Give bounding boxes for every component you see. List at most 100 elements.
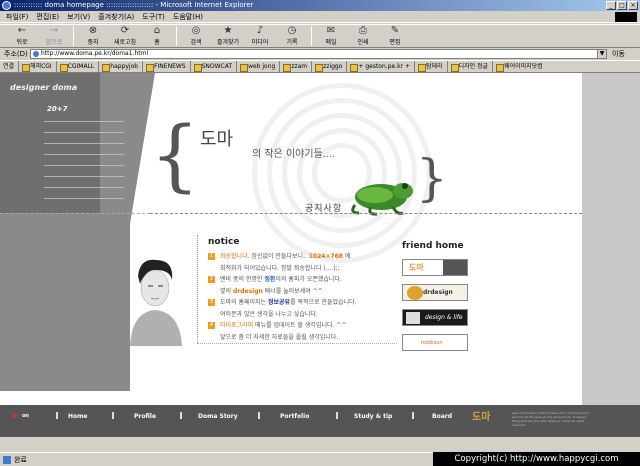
nav-profile[interactable]: Profile: [134, 413, 156, 420]
friend-banner-design-life[interactable]: design & life: [402, 309, 468, 326]
hero-subtitle: 의 작은 이야기들....: [252, 149, 336, 160]
menu-view[interactable]: 보기(V): [67, 11, 90, 22]
menu-bar: 파일(F) 편집(E) 보기(V) 즐겨찾기(A) 도구(T) 도움말(H): [0, 11, 640, 23]
page-icon: [33, 51, 39, 57]
notice-row: 옆의 drdesign 배너를 눌러보세여 ^^: [208, 286, 398, 298]
links-item[interactable]: web jong: [236, 61, 279, 72]
notice-text[interactable]: 타이포그라피: [220, 322, 253, 329]
back-button[interactable]: ← 뒤로: [6, 25, 38, 47]
stop-button[interactable]: ⊗ 중지: [77, 25, 109, 47]
links-item[interactable]: FINENEWS: [142, 61, 190, 72]
nav-separator: [412, 412, 414, 419]
notice-text[interactable]: 1024×768: [309, 253, 343, 260]
links-item[interactable]: SNOWCAT: [189, 61, 236, 72]
friend-banner-doma[interactable]: 도마: [402, 259, 468, 276]
minimize-button[interactable]: _: [606, 1, 616, 10]
go-button[interactable]: 이동: [612, 48, 625, 60]
maximize-button[interactable]: □: [617, 1, 627, 10]
history-button[interactable]: ◷ 기록: [276, 25, 308, 47]
forward-button[interactable]: → 앞으로: [38, 25, 70, 47]
links-item[interactable]: 탐데리: [414, 61, 447, 72]
refresh-icon: ⟳: [120, 25, 130, 36]
home-icon: ⌂: [153, 25, 161, 36]
friend-banner-text: design & life: [425, 314, 463, 321]
notice-number-badge: 2: [208, 276, 215, 283]
notice-list: 1 죄송합니다. 정신없이 만들다보니.. 1024×768 에 최적화가 되어있습…: [208, 251, 398, 343]
edit-button[interactable]: ✎ 편집: [379, 25, 411, 47]
notice-text[interactable]: 정보공유: [268, 299, 290, 306]
address-url: http://www.doma.pe.kr/doma1.html: [41, 50, 149, 57]
media-button[interactable]: ♪ 미디어: [244, 25, 276, 47]
nav-portfolio[interactable]: Portfolio: [280, 413, 309, 420]
search-button[interactable]: ◎ 검색: [180, 25, 212, 47]
notice-text: 배너를 눌러보세여 ^^: [262, 287, 323, 295]
portrait-image: [130, 259, 182, 346]
page-status-icon: [3, 456, 11, 464]
print-button[interactable]: ⎙ 인쇄: [347, 25, 379, 47]
links-item[interactable]: CGIMALL: [55, 61, 99, 72]
address-dropdown-button[interactable]: ▼: [597, 49, 607, 59]
media-icon: ♪: [256, 25, 264, 36]
close-button[interactable]: ×: [628, 1, 638, 10]
notice-text[interactable]: drdesign: [233, 288, 263, 295]
notice-row: 앞으로 좀 더 자세한 자료들을 올릴 생각입니다.: [208, 332, 398, 344]
nav-separator: [336, 412, 338, 419]
links-item[interactable]: zziggo: [311, 61, 346, 72]
friend-banner-photo: [443, 260, 467, 275]
status-text: 완료: [14, 456, 27, 464]
left-text-lines: [44, 121, 124, 209]
toolbar: ← 뒤로 → 앞으로 ⊗ 중지 ⟳ 새로고침 ⌂ 홈 ◎ 검색 ★ 즐겨찾기 ♪ 미디어 ◷ 기록…: [0, 24, 640, 48]
notice-text: 메뉴를 업데이트 할 생각입니다. ^^: [253, 322, 347, 329]
toolbar-separator: [176, 26, 177, 46]
menu-help[interactable]: 도움말(H): [173, 11, 203, 22]
address-bar: 주소(D) http://www.doma.pe.kr/doma1.html ▼…: [0, 48, 640, 60]
internet-explorer-icon: [2, 1, 11, 10]
menu-favorites[interactable]: 즐겨찾기(A): [98, 11, 134, 22]
nav-doma-story[interactable]: Doma Story: [198, 413, 238, 420]
refresh-button[interactable]: ⟳ 새로고침: [109, 25, 141, 47]
links-item[interactable]: 해피CGI: [18, 61, 56, 72]
notice-row: 4 타이포그라피 메뉴를 업데이트 할 생각입니다. ^^: [208, 320, 398, 332]
bottom-spacer: [0, 391, 582, 405]
stop-icon: ⊗: [88, 25, 98, 36]
links-item[interactable]: 디자인 정글: [446, 61, 493, 72]
toolbar-separator: [311, 26, 312, 46]
friend-banner-hobbsun[interactable]: hobbsun: [402, 334, 468, 351]
menu-tools[interactable]: 도구(T): [142, 11, 165, 22]
address-label: 주소(D): [4, 50, 28, 58]
notice-text: 를 목적으로 만들었습니다.: [290, 299, 357, 306]
home-button[interactable]: ⌂ 홈: [141, 25, 173, 47]
notice-bottom-divider: [197, 343, 397, 344]
notice-row: 3 도마의 홈페이지는 정보공유를 목적으로 만들었습니다.: [208, 297, 398, 309]
links-item[interactable]: 웨어이미지닷컴: [492, 61, 547, 72]
menu-file[interactable]: 파일(F): [6, 11, 28, 22]
toolbar-label: 미디어: [251, 39, 269, 46]
page-viewport: designer doma 20+7 { 도마 의 작은 이야기들.... 공지…: [0, 72, 640, 437]
site-brand: designer doma: [10, 83, 78, 92]
notice-row: 최적화가 되어있습니다. 정말 죄송합니다 (....);;: [208, 263, 398, 275]
toolbar-separator: [73, 26, 74, 46]
nav-separator: [258, 412, 260, 419]
notice-text[interactable]: 죄송합니다: [220, 253, 248, 260]
notice-text[interactable]: 정환: [264, 276, 275, 283]
left-dashed-divider: [0, 213, 150, 214]
notice-text: 옆의: [220, 287, 233, 295]
links-item[interactable]: zzam: [279, 61, 311, 72]
mail-icon: ✉: [326, 25, 336, 36]
notice-dotted-divider: [197, 235, 198, 343]
nav-home[interactable]: Home: [68, 413, 87, 420]
nav-board[interactable]: Board: [432, 413, 452, 420]
address-input[interactable]: http://www.doma.pe.kr/doma1.html: [30, 49, 607, 59]
notice-text: 최적화가 되어있습니다. 정말 죄송합니다 (....);;: [220, 264, 340, 272]
friend-banner-drdesign[interactable]: drdesign: [402, 284, 468, 301]
links-item[interactable]: happyjob: [98, 61, 142, 72]
links-item[interactable]: + geston.pe.kr +: [346, 61, 414, 72]
mail-button[interactable]: ✉ 메일: [315, 25, 347, 47]
nav-study-tip[interactable]: Study & tip: [354, 413, 392, 420]
favorites-button[interactable]: ★ 즐겨찾기: [212, 25, 244, 47]
menu-edit[interactable]: 편집(E): [36, 11, 59, 22]
friend-banner-text: 도마: [409, 263, 424, 272]
notice-row: 1 죄송합니다. 정신없이 만들다보니.. 1024×768 에: [208, 251, 398, 263]
toolbar-label: 새로고침: [113, 39, 137, 46]
notice-number-badge: 4: [208, 322, 215, 329]
